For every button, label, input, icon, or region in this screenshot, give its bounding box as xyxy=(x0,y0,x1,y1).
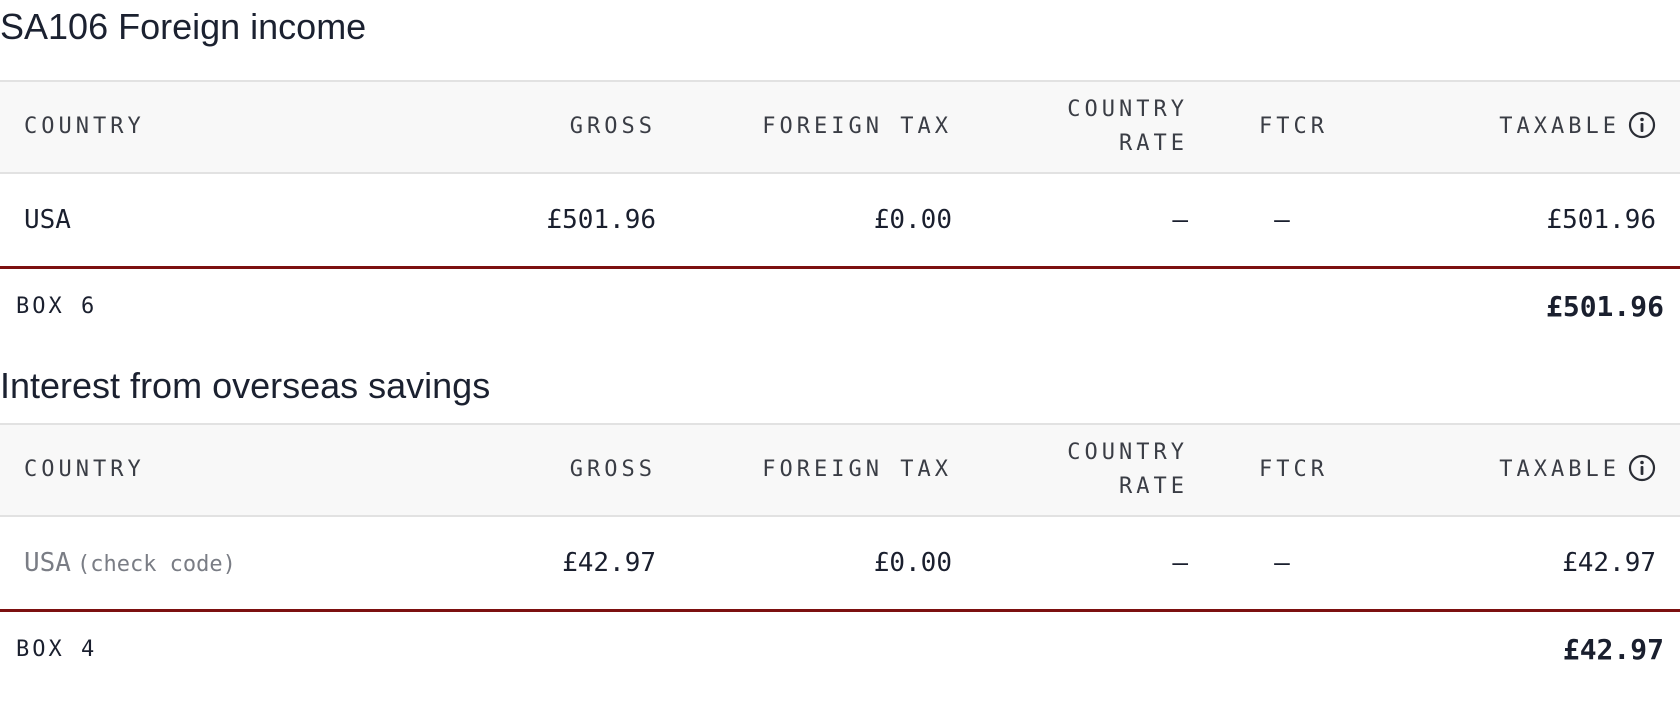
column-header-taxable[interactable]: TAXABLE xyxy=(1352,423,1680,517)
cell-foreign-tax: £0.00 xyxy=(680,173,976,269)
total-row-box-6: BOX 6 £501.96 xyxy=(0,269,1680,343)
table-row: USA (check code) £42.97 £0.00 — — £42.97 xyxy=(0,516,1680,612)
column-header-country-rate[interactable]: COUNTRY RATE xyxy=(976,423,1212,517)
info-circle-icon[interactable] xyxy=(1628,111,1656,139)
cell-foreign-tax: £0.00 xyxy=(680,516,976,612)
column-header-country[interactable]: COUNTRY xyxy=(0,80,460,174)
section-title-foreign-income: SA106 Foreign income xyxy=(0,6,367,47)
column-header-country-rate[interactable]: COUNTRY RATE xyxy=(976,80,1212,174)
country-name: USA xyxy=(24,548,71,578)
foreign-income-table: COUNTRY GROSS FOREIGN TAX COUNTRY RATE F… xyxy=(0,80,1680,269)
cell-country: USA xyxy=(0,173,460,269)
total-label: BOX 6 xyxy=(16,293,98,319)
cell-country-rate: — xyxy=(976,516,1212,612)
total-value: £501.96 xyxy=(1545,289,1664,323)
column-header-taxable-label: TAXABLE xyxy=(1499,457,1620,482)
overseas-savings-table: COUNTRY GROSS FOREIGN TAX COUNTRY RATE F… xyxy=(0,423,1680,612)
column-header-taxable-label: TAXABLE xyxy=(1499,114,1620,139)
column-header-taxable[interactable]: TAXABLE xyxy=(1352,80,1680,174)
table-header-row: COUNTRY GROSS FOREIGN TAX COUNTRY RATE F… xyxy=(0,423,1680,517)
total-label: BOX 4 xyxy=(16,636,98,662)
info-circle-icon[interactable] xyxy=(1628,454,1656,482)
total-value: £42.97 xyxy=(1562,632,1664,666)
column-header-gross[interactable]: GROSS xyxy=(460,80,680,174)
column-header-foreign-tax[interactable]: FOREIGN TAX xyxy=(680,80,976,174)
column-header-ftcr[interactable]: FTCR xyxy=(1212,423,1352,517)
cell-taxable: £501.96 xyxy=(1352,173,1680,269)
cell-ftcr: — xyxy=(1212,173,1352,269)
column-header-gross[interactable]: GROSS xyxy=(460,423,680,517)
column-header-country-rate-label: COUNTRY RATE xyxy=(1067,440,1188,499)
cell-gross: £501.96 xyxy=(460,173,680,269)
column-header-foreign-tax[interactable]: FOREIGN TAX xyxy=(680,423,976,517)
cell-country: USA (check code) xyxy=(0,516,460,612)
column-header-country[interactable]: COUNTRY xyxy=(0,423,460,517)
cell-ftcr: — xyxy=(1212,516,1352,612)
total-row-box-4: BOX 4 £42.97 xyxy=(0,612,1680,686)
country-name: USA xyxy=(24,205,71,235)
column-header-country-rate-label: COUNTRY RATE xyxy=(1067,97,1188,156)
cell-country-rate: — xyxy=(976,173,1212,269)
table-header-row: COUNTRY GROSS FOREIGN TAX COUNTRY RATE F… xyxy=(0,80,1680,174)
table-row: USA £501.96 £0.00 — — £501.96 xyxy=(0,173,1680,269)
cell-gross: £42.97 xyxy=(460,516,680,612)
cell-taxable: £42.97 xyxy=(1352,516,1680,612)
section-title-overseas-savings: Interest from overseas savings xyxy=(0,365,491,406)
column-header-ftcr[interactable]: FTCR xyxy=(1212,80,1352,174)
check-code-note: (check code) xyxy=(76,552,236,577)
